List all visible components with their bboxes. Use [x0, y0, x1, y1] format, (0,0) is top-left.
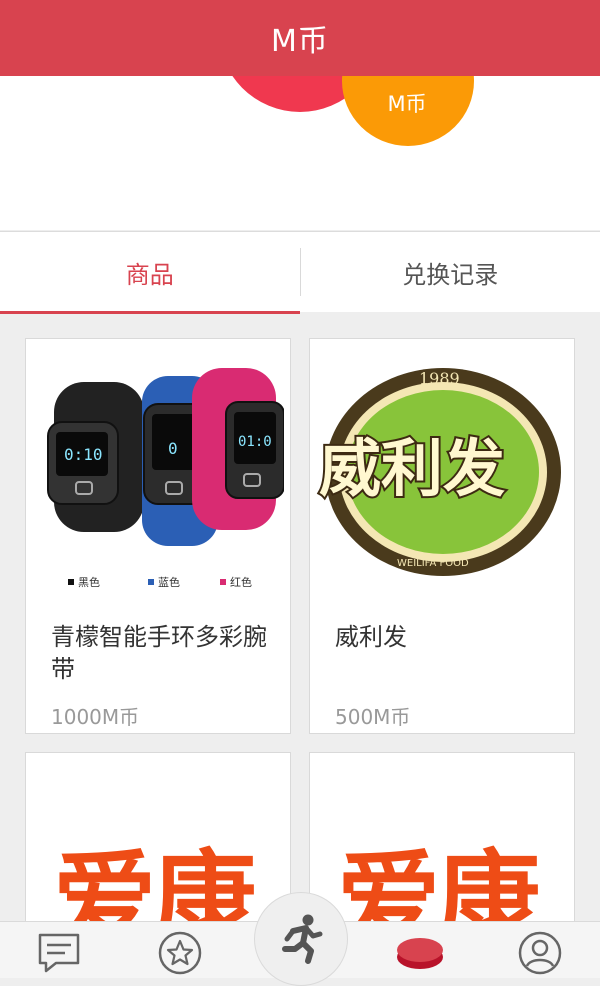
product-name: 威利发 [335, 621, 555, 653]
color-label-red: 红色 [230, 575, 252, 589]
nav-run-button[interactable] [254, 892, 348, 986]
page-title: M币 [271, 16, 329, 60]
logo-text: 爱康 [337, 815, 537, 934]
svg-text:0:10: 0:10 [64, 445, 103, 464]
nav-favorites[interactable] [155, 928, 205, 978]
svg-text:01:0: 01:0 [238, 434, 272, 450]
logo-year: 1989 [419, 369, 460, 388]
message-icon [36, 931, 82, 975]
product-card[interactable]: 爱康 [25, 752, 291, 934]
color-label-black: 黑色 [78, 575, 100, 589]
coin-hero-banner: M币 [0, 76, 600, 230]
tab-bar: 商品 兑换记录 [0, 231, 600, 312]
product-grid: 0:10 0 01:0 黑色 蓝色 红色 [25, 338, 575, 934]
tab-exchange-history-label: 兑换记录 [402, 255, 498, 290]
product-price: 500M币 [335, 701, 410, 730]
app-header: M币 [0, 0, 600, 76]
coin-badge-label: M币 [387, 88, 426, 118]
product-card[interactable]: 0:10 0 01:0 黑色 蓝色 红色 [25, 338, 291, 734]
product-price: 1000M币 [51, 701, 139, 730]
user-icon [517, 930, 563, 976]
product-image-aikang-logo: 爱康 [31, 759, 286, 934]
product-image-fitness-band: 0:10 0 01:0 黑色 蓝色 红色 [26, 339, 291, 605]
coin-badge: M币 [342, 76, 474, 146]
color-label-blue: 蓝色 [158, 575, 180, 589]
product-card[interactable]: 1989 威利发 WEILIFA FOOD 威利发 500M币 [309, 338, 575, 734]
product-image-weilifa-logo: 1989 威利发 WEILIFA FOOD [310, 339, 575, 605]
nav-messages[interactable] [34, 928, 84, 978]
product-card[interactable]: 爱康 [309, 752, 575, 934]
runner-icon [273, 911, 329, 967]
tab-exchange-history[interactable]: 兑换记录 [301, 232, 600, 312]
tab-products[interactable]: 商品 [0, 232, 300, 312]
nav-coins[interactable] [395, 928, 445, 978]
logo-sub: WEILIFA FOOD [397, 558, 469, 569]
coin-icon [395, 933, 445, 973]
logo-name: 威利发 [319, 432, 505, 505]
nav-profile[interactable] [515, 928, 565, 978]
product-image-aikang-logo: 爱康 [315, 759, 570, 934]
product-name: 青檬智能手环多彩腕带 [51, 621, 271, 685]
svg-text:0: 0 [168, 439, 178, 458]
star-icon [157, 930, 203, 976]
tab-products-label: 商品 [126, 255, 174, 290]
logo-text: 爱康 [53, 815, 253, 934]
